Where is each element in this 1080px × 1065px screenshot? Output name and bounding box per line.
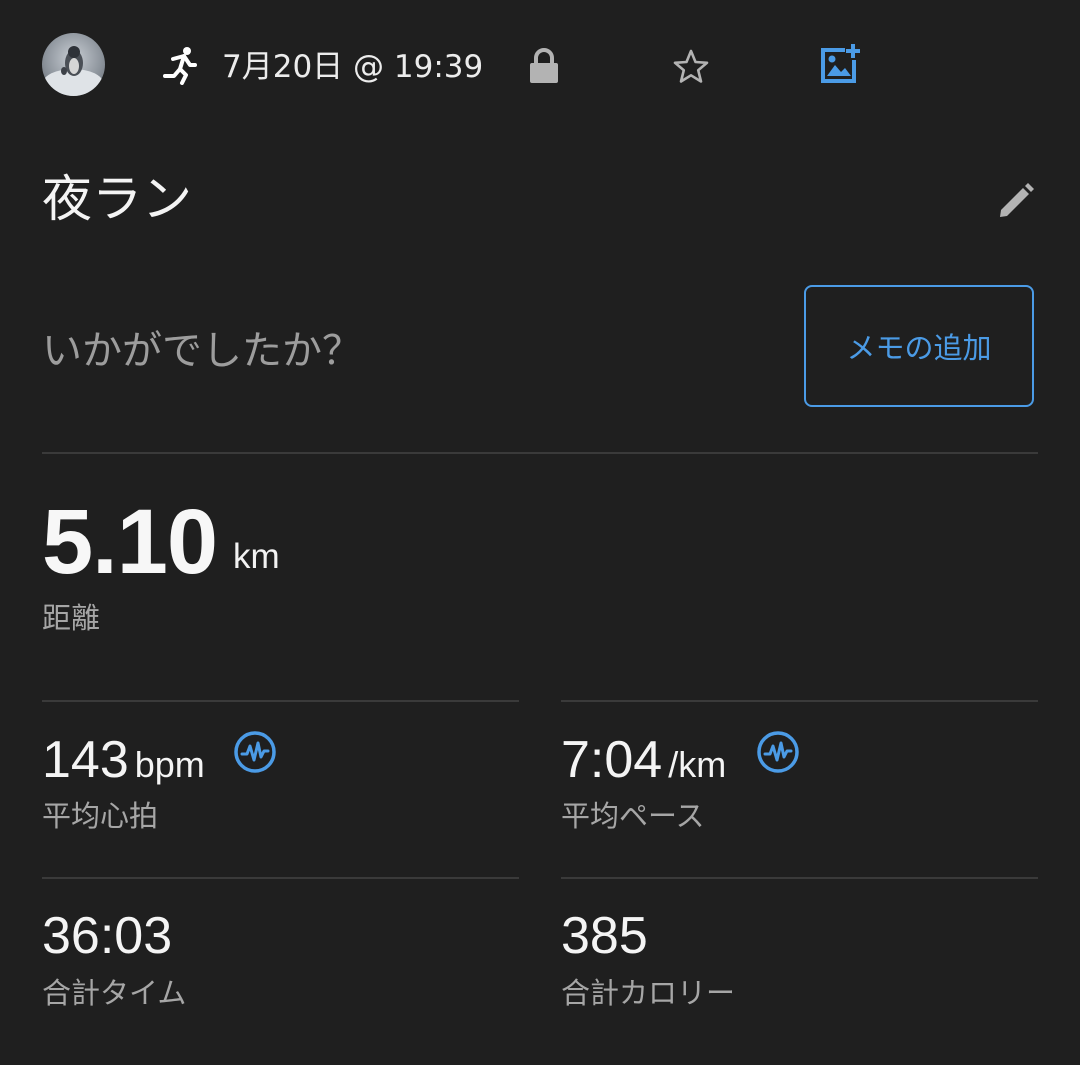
distance-value: 5.10: [42, 491, 218, 593]
avg-heart-rate-unit: bpm: [134, 744, 205, 785]
avg-heart-rate-number: 143: [42, 731, 129, 789]
avg-pace-number: 7:04: [561, 731, 663, 789]
avg-heart-rate-label: 平均心拍: [42, 799, 159, 833]
divider: [561, 877, 1038, 879]
activity-title: 夜ラン: [42, 170, 192, 228]
total-time-value: 36:03: [42, 907, 173, 965]
activity-detail-screen: 7月20日 @ 19:39 夜ラン いかがでしたか？ メモの追加 5.10 km…: [0, 0, 1080, 1065]
total-calories-label: 合計カロリー: [561, 976, 736, 1010]
avg-pace-unit: /km: [668, 744, 727, 785]
heart-rate-icon[interactable]: [756, 730, 800, 774]
how-was-it-prompt[interactable]: いかがでしたか？: [42, 325, 362, 377]
lock-icon[interactable]: [527, 47, 561, 85]
star-icon[interactable]: [672, 48, 710, 86]
add-memo-button[interactable]: メモの追加: [804, 285, 1034, 407]
avg-pace-label: 平均ペース: [561, 799, 705, 833]
total-time-label: 合計タイム: [42, 976, 187, 1010]
avg-pace-value: 7:04/km: [561, 732, 726, 793]
avg-heart-rate-value: 143 bpm: [42, 732, 205, 793]
avatar[interactable]: [42, 33, 105, 96]
avatar-image: [43, 46, 103, 96]
activity-datetime: 7月20日 @ 19:39: [222, 49, 484, 85]
add-photo-icon[interactable]: [819, 43, 861, 85]
divider: [42, 700, 519, 702]
divider: [42, 877, 519, 879]
distance-unit: km: [233, 537, 280, 576]
distance-label: 距離: [42, 601, 101, 635]
heart-rate-icon[interactable]: [233, 730, 277, 774]
divider: [42, 452, 1038, 454]
pencil-icon[interactable]: [995, 180, 1037, 222]
divider: [561, 700, 1038, 702]
running-icon: [163, 47, 197, 85]
total-calories-value: 385: [561, 907, 648, 965]
